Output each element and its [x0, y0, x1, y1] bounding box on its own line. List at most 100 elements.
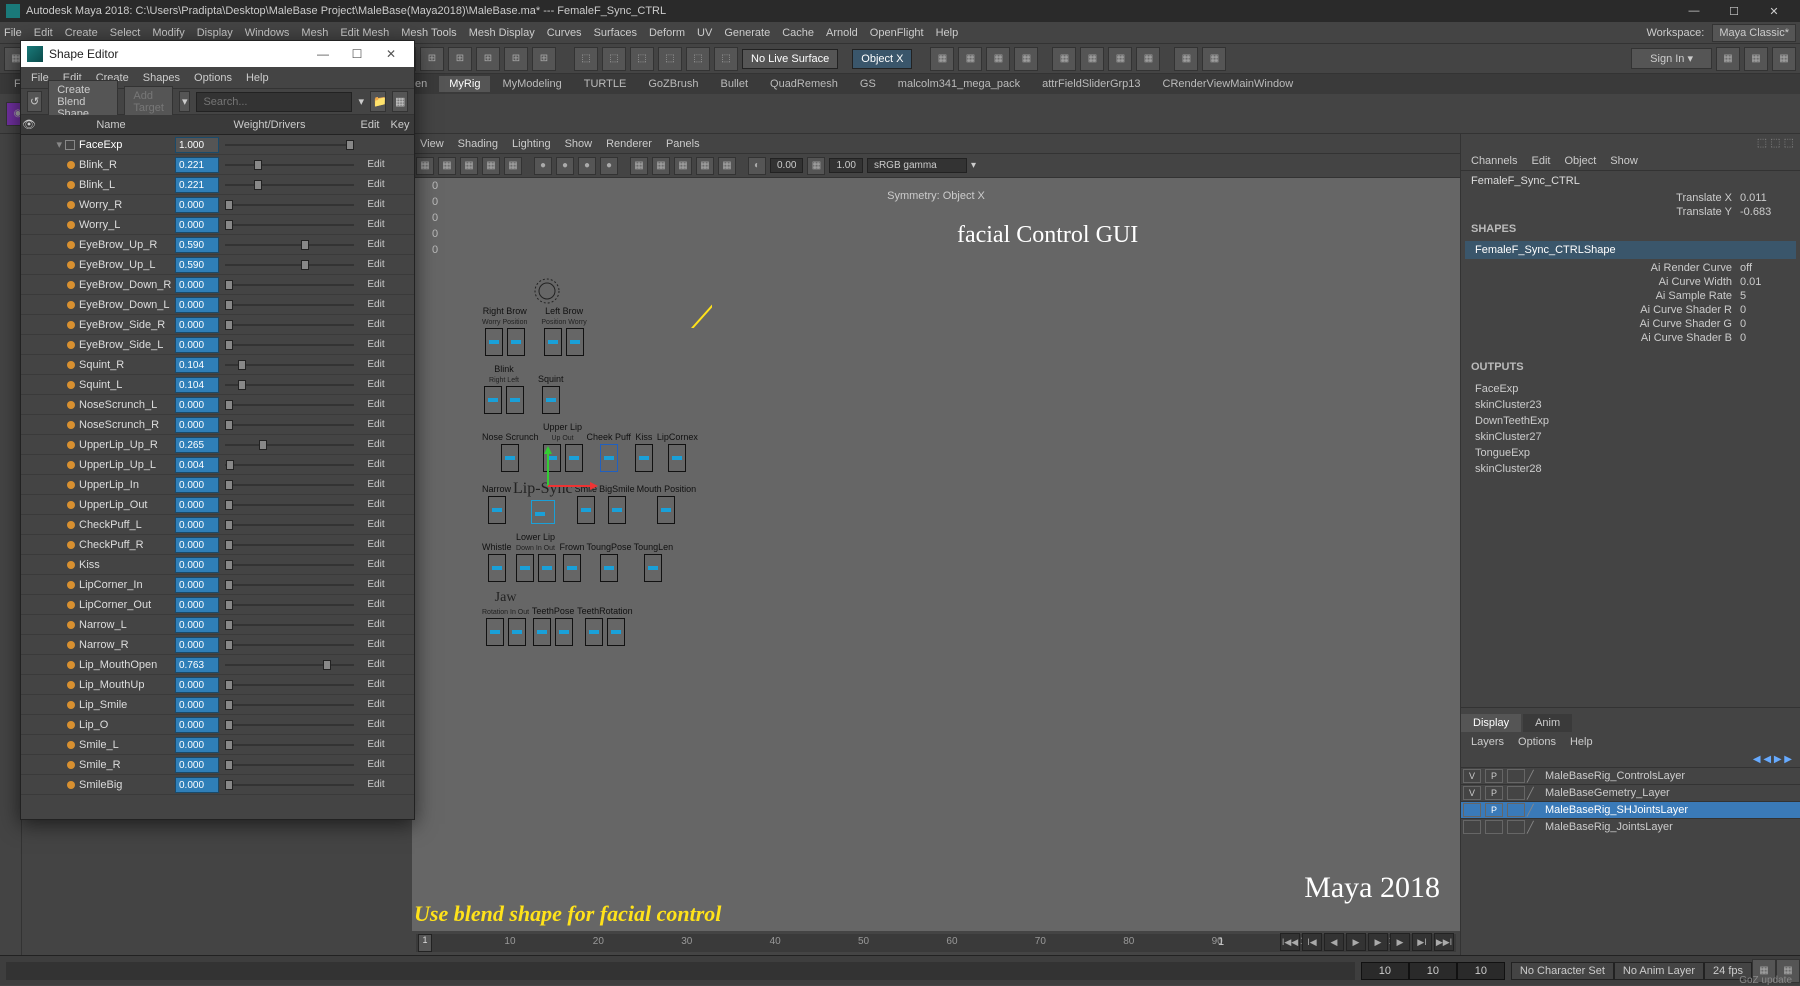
shelf-tab-mymodeling[interactable]: MyModeling [492, 76, 571, 92]
se-menu-help[interactable]: Help [246, 72, 269, 84]
weight-slider[interactable] [225, 237, 354, 253]
edit-button[interactable]: Edit [360, 479, 392, 490]
shelf-tab-attrfieldslidergrp13[interactable]: attrFieldSliderGrp13 [1032, 76, 1150, 92]
edit-button[interactable]: Edit [360, 199, 392, 210]
vp-icon[interactable]: ▦ [630, 157, 648, 175]
attr-row[interactable]: Ai Curve Shader R0 [1461, 303, 1800, 317]
snap-icon[interactable]: ⊞ [532, 47, 556, 71]
weight-field[interactable]: 0.000 [175, 637, 219, 653]
edit-button[interactable]: Edit [360, 619, 392, 630]
se-maximize-button[interactable]: ☐ [340, 47, 374, 61]
target-row[interactable]: CheckPuff_R0.000Edit [21, 535, 414, 555]
minimize-button[interactable]: — [1674, 0, 1714, 22]
output-item[interactable]: DownTeethExp [1475, 413, 1786, 429]
prev-key-button[interactable]: I◀ [1302, 933, 1322, 951]
edit-button[interactable]: Edit [360, 659, 392, 670]
edit-button[interactable]: Edit [360, 379, 392, 390]
shelf-tab-malcolm341_mega_pack[interactable]: malcolm341_mega_pack [888, 76, 1030, 92]
weight-field[interactable]: 0.000 [175, 517, 219, 533]
menu-deform[interactable]: Deform [649, 27, 685, 39]
vp-icon[interactable]: ● [556, 157, 574, 175]
magnet-icon[interactable]: ⬚ [602, 47, 626, 71]
edit-button[interactable]: Edit [360, 179, 392, 190]
vp-icon[interactable]: ▦ [807, 157, 825, 175]
weight-slider[interactable] [225, 297, 354, 313]
attr-row[interactable]: Ai Sample Rate5 [1461, 289, 1800, 303]
play-back-button[interactable]: ▶ [1346, 933, 1366, 951]
shelf-tab-myrig[interactable]: MyRig [439, 76, 490, 92]
attr-row[interactable]: Ai Curve Shader B0 [1461, 331, 1800, 345]
edit-button[interactable]: Edit [360, 599, 392, 610]
vp-menu-show[interactable]: Show [565, 138, 593, 150]
output-item[interactable]: TongueExp [1475, 445, 1786, 461]
target-row[interactable]: EyeBrow_Up_R0.590Edit [21, 235, 414, 255]
target-row[interactable]: Lip_MouthOpen0.763Edit [21, 655, 414, 675]
blendshape-node-row[interactable]: ▾FaceExp1.000 [21, 135, 414, 155]
toolbar-icon[interactable]: ▦ [958, 47, 982, 71]
weight-slider[interactable] [225, 597, 354, 613]
target-row[interactable]: UpperLip_Out0.000Edit [21, 495, 414, 515]
toolbar-icon[interactable]: ▦ [1014, 47, 1038, 71]
menu-generate[interactable]: Generate [724, 27, 770, 39]
live-surface-dropdown[interactable]: No Live Surface [742, 49, 838, 69]
edit-button[interactable]: Edit [360, 519, 392, 530]
target-row[interactable]: Smile_L0.000Edit [21, 735, 414, 755]
close-button[interactable]: ✕ [1754, 0, 1794, 22]
weight-field[interactable]: 0.000 [175, 717, 219, 733]
target-row[interactable]: Smile_R0.000Edit [21, 755, 414, 775]
step-forward-button[interactable]: ▶ [1390, 933, 1410, 951]
edit-button[interactable]: Edit [360, 639, 392, 650]
vp-menu-panels[interactable]: Panels [666, 138, 700, 150]
menu-display[interactable]: Display [197, 27, 233, 39]
edit-button[interactable]: Edit [360, 459, 392, 470]
magnet-icon[interactable]: ⬚ [574, 47, 598, 71]
layer-row[interactable]: ╱MaleBaseRig_JointsLayer [1461, 818, 1800, 835]
vp-focal[interactable]: 0.00 [770, 158, 803, 173]
weight-field[interactable]: 0.000 [175, 217, 219, 233]
edit-button[interactable]: Edit [360, 719, 392, 730]
shelf-tab-gs[interactable]: GS [850, 76, 886, 92]
target-row[interactable]: EyeBrow_Side_L0.000Edit [21, 335, 414, 355]
layer-row[interactable]: P╱MaleBaseRig_SHJointsLayer [1461, 801, 1800, 818]
weight-field[interactable]: 0.000 [175, 337, 219, 353]
tab-display[interactable]: Display [1461, 714, 1521, 732]
edit-button[interactable]: Edit [360, 219, 392, 230]
weight-slider[interactable] [225, 397, 354, 413]
vp-icon[interactable]: ▦ [652, 157, 670, 175]
range-playend-field[interactable]: 10 [1457, 962, 1505, 980]
weight-field[interactable]: 0.104 [175, 357, 219, 373]
weight-field[interactable]: 0.000 [175, 197, 219, 213]
toolbar-icon[interactable]: ▦ [930, 47, 954, 71]
weight-field[interactable]: 0.000 [175, 477, 219, 493]
shape-editor-titlebar[interactable]: Shape Editor — ☐ ✕ [21, 41, 414, 67]
menu-editmesh[interactable]: Edit Mesh [340, 27, 389, 39]
edit-button[interactable]: Edit [360, 539, 392, 550]
search-input[interactable] [196, 92, 352, 112]
weight-slider[interactable] [225, 157, 354, 173]
weight-slider[interactable] [225, 517, 354, 533]
edit-button[interactable]: Edit [360, 279, 392, 290]
se-menu-options[interactable]: Options [194, 72, 232, 84]
toolbar-icon[interactable]: ▦ [986, 47, 1010, 71]
weight-slider[interactable] [225, 577, 354, 593]
panel-icon[interactable]: ▦ [1174, 47, 1198, 71]
attr-row[interactable]: Ai Render Curveoff [1461, 261, 1800, 275]
target-row[interactable]: Kiss0.000Edit [21, 555, 414, 575]
edit-button[interactable]: Edit [360, 559, 392, 570]
target-row[interactable]: EyeBrow_Down_R0.000Edit [21, 275, 414, 295]
reset-icon[interactable]: ↺ [27, 91, 42, 112]
weight-field[interactable]: 0.000 [175, 617, 219, 633]
filter-icon[interactable]: ▾ [179, 91, 191, 112]
target-row[interactable]: Worry_R0.000Edit [21, 195, 414, 215]
weight-field[interactable]: 0.000 [175, 737, 219, 753]
ch-menu-object[interactable]: Object [1564, 155, 1596, 167]
weight-field[interactable]: 0.000 [175, 777, 219, 793]
range-playstart-field[interactable]: 10 [1409, 962, 1457, 980]
weight-field[interactable]: 0.590 [175, 257, 219, 273]
vp-menu-renderer[interactable]: Renderer [606, 138, 652, 150]
add-target-button[interactable]: Add Target [124, 86, 173, 118]
target-row[interactable]: LipCorner_In0.000Edit [21, 575, 414, 595]
weight-field[interactable]: 0.000 [175, 677, 219, 693]
edit-button[interactable]: Edit [360, 739, 392, 750]
weight-slider[interactable] [225, 177, 354, 193]
